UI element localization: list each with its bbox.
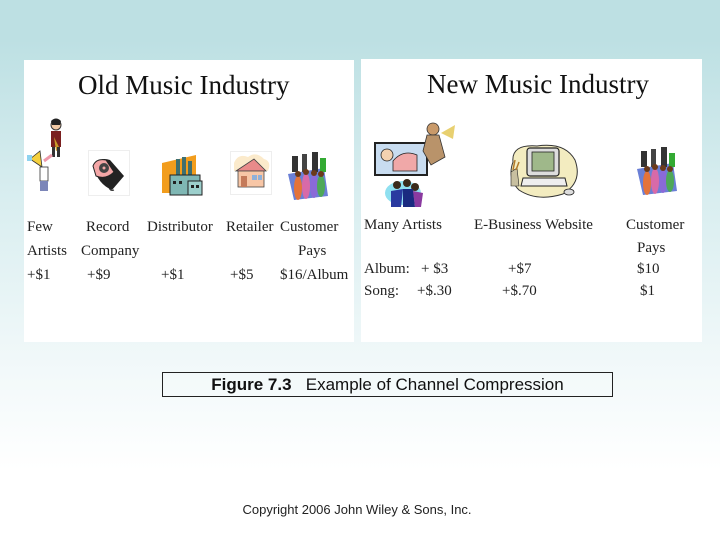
customers-icon [637,147,677,195]
col-distributor-value: +$1 [161,267,185,283]
header-many-artists: Many Artists [364,217,442,233]
figure-number: Figure 7.3 [211,375,292,394]
record-company-icon [88,150,130,196]
figure-caption-text: Example of Channel Compression [305,375,564,394]
col-customer-line1: Customer [280,219,339,235]
row-album-website: +$7 [508,261,532,277]
header-ebusiness-website: E-Business Website [474,217,593,233]
customers-icon [288,152,328,200]
col-distributor-line1: Distributor [147,219,213,235]
figure-caption: Figure 7.3 Example of Channel Compressio… [162,372,613,397]
col-few-artists-line1: Few [27,219,53,235]
col-record-company-line1: Record [86,219,130,235]
retail-store-icon [230,151,272,195]
col-customer-line2: Pays [298,243,327,259]
row-song-customer: $1 [640,283,655,299]
col-retailer-line1: Retailer [226,219,274,235]
musician-icon [27,118,62,191]
col-few-artists-value: +$1 [27,267,51,283]
copyright-footer: Copyright 2006 John Wiley & Sons, Inc. [242,502,472,517]
new-music-industry-panel: New Music Industry Many Artists E-Busine… [361,59,702,342]
col-retailer-value: +$5 [230,267,254,283]
old-industry-title: Old Music Industry [78,70,290,100]
old-music-industry-panel: Old Music Industry Few Artists +$1 Recor… [24,60,354,342]
col-record-company-value: +$9 [87,267,111,283]
row-song-label: Song: [364,283,400,299]
row-album-artists: + $3 [421,261,449,277]
computer-icon [510,144,578,198]
col-customer-value: $16/Album [280,267,349,283]
factory-icon [162,155,203,196]
header-customer-line2: Pays [637,240,666,256]
new-industry-title: New Music Industry [427,69,649,99]
row-song-artists: +$.30 [417,283,452,299]
artists-icon [374,122,455,207]
col-record-company-line2: Company [81,243,140,259]
row-album-customer: $10 [637,261,660,277]
row-album-label: Album: [364,261,410,277]
header-customer-line1: Customer [626,217,685,233]
col-few-artists-line2: Artists [27,243,68,259]
row-song-website: +$.70 [502,283,537,299]
